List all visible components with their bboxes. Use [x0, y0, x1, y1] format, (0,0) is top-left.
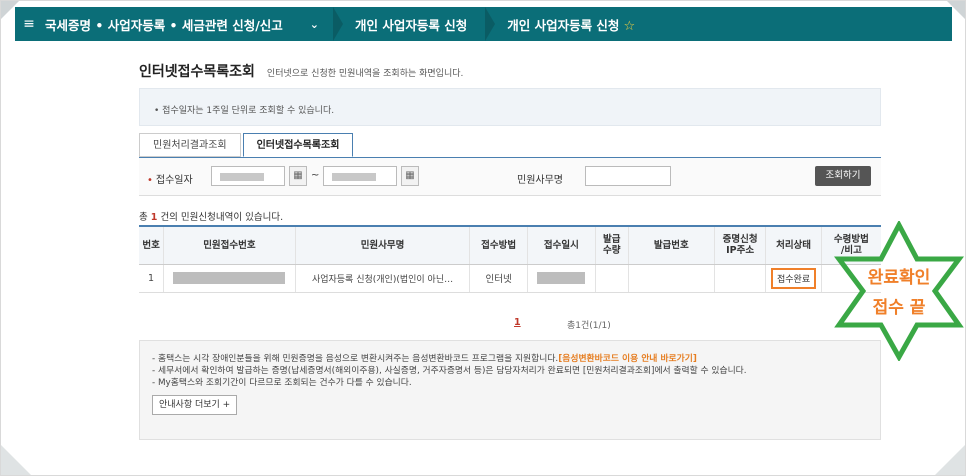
service-name-label: 민원사무명	[517, 175, 563, 186]
date-label-text: 접수일자	[155, 175, 193, 186]
breadcrumb-nav: ≡ 국세증명 • 사업자등록 • 세금관련 신청/신고 ⌄ 개인 사업자등록 신…	[15, 7, 952, 41]
col-header: 발급 수량	[594, 226, 629, 265]
notice-text: - 홈택스는 시각 장애인분들을 위해 민원증명을 음성으로 변환시켜주는 음성…	[152, 354, 559, 364]
cell-method: 인터넷	[469, 264, 528, 293]
start-date-input[interactable]	[211, 166, 285, 186]
end-date-input[interactable]	[323, 166, 397, 186]
annotation-star	[834, 221, 964, 361]
notice-line: - My홈택스와 조회기간이 다르므로 조회되는 건수가 다를 수 있습니다.	[152, 378, 412, 388]
breadcrumb-current: 개인 사업자등록 신청 ☆	[507, 15, 635, 34]
result-suffix: 건의 민원신청내역이 있습니다.	[160, 212, 284, 223]
redacted-value	[332, 173, 376, 181]
annotation-text: 완료확인	[867, 268, 931, 288]
bullet-icon: •	[154, 106, 163, 116]
service-name-input[interactable]	[585, 166, 671, 186]
more-info-button[interactable]: 안내사항 더보기 +	[152, 395, 238, 415]
redacted-value	[537, 272, 586, 284]
info-box: • 접수일자는 1주일 단위로 조회할 수 있습니다.	[139, 88, 881, 126]
calendar-icon[interactable]: ▦	[289, 166, 307, 186]
breadcrumb-section[interactable]: 국세증명 • 사업자등록 • 세금관련 신청/신고 ⌄	[43, 15, 333, 34]
cell-receipt-number[interactable]	[163, 264, 296, 293]
cell-ip	[713, 264, 766, 293]
annotation-text: 접수 끝	[872, 298, 926, 318]
status-badge: 접수완료	[771, 267, 817, 289]
menu-icon[interactable]: ≡	[15, 16, 43, 32]
redacted-value	[173, 272, 286, 284]
required-icon: •	[147, 175, 153, 186]
col-header: 민원접수번호	[163, 226, 296, 265]
title-row: 인터넷접수목록조회 인터넷으로 신청한 민원내역을 조회하는 화면입니다.	[139, 61, 463, 81]
tab-result[interactable]: 민원처리결과조회	[139, 133, 241, 157]
cell-issue-number	[627, 264, 715, 293]
corner-decoration	[935, 445, 965, 475]
col-header: 번호	[139, 226, 164, 265]
cell-status: 접수완료	[765, 264, 822, 293]
notice-box: - 홈택스는 시각 장애인분들을 위해 민원증명을 음성으로 변환시켜주는 음성…	[139, 340, 881, 440]
breadcrumb-section-label: 국세증명 • 사업자등록 • 세금관련 신청/신고	[45, 17, 283, 33]
result-prefix: 총	[139, 212, 148, 223]
breadcrumb-item[interactable]: 개인 사업자등록 신청	[355, 15, 467, 34]
page-title: 인터넷접수목록조회	[139, 64, 255, 80]
cell-service[interactable]: 사업자등록 신청(개인)(법인이 아닌…	[294, 264, 470, 293]
col-header: 증명신청 IP주소	[713, 226, 766, 265]
col-header: 처리상태	[765, 226, 822, 265]
page-summary: 총1건(1/1)	[567, 321, 611, 331]
annotation-star-shape	[834, 221, 964, 361]
notice-line: - 세무서에서 확인하여 발급하는 증명(납세증명서(해외이주용), 사실증명,…	[152, 366, 747, 376]
table-row[interactable]: 1 사업자등록 신청(개인)(법인이 아닌… 인터넷 접수완료	[139, 264, 881, 293]
chevron-down-icon[interactable]: ⌄	[310, 18, 319, 31]
tab-bar: 민원처리결과조회 인터넷접수목록조회	[139, 133, 355, 157]
notice-line: - 홈택스는 시각 장애인분들을 위해 민원증명을 음성으로 변환시켜주는 음성…	[152, 353, 868, 365]
search-button[interactable]: 조회하기	[815, 166, 871, 186]
page-description: 인터넷으로 신청한 민원내역을 조회하는 화면입니다.	[266, 69, 464, 79]
calendar-icon[interactable]: ▦	[401, 166, 419, 186]
result-table: 번호 민원접수번호 민원사무명 접수방법 접수일시 발급 수량 발급번호 증명신…	[139, 225, 881, 293]
corner-decoration	[1, 445, 31, 475]
page-number[interactable]: 1	[514, 317, 521, 328]
redacted-value	[220, 173, 264, 181]
info-text: 접수일자는 1주일 단위로 조회할 수 있습니다.	[162, 106, 335, 116]
breadcrumb-current-label: 개인 사업자등록 신청	[507, 17, 620, 33]
breadcrumb-separator	[485, 7, 496, 41]
date-label: • 접수일자	[147, 171, 193, 186]
date-range-tilde: ~	[311, 170, 320, 181]
breadcrumb-separator	[333, 7, 343, 41]
col-header: 접수방법	[469, 226, 528, 265]
favorite-star-icon[interactable]: ☆	[623, 19, 635, 34]
col-header: 민원사무명	[294, 226, 470, 265]
result-count: 총 1 건의 민원신청내역이 있습니다.	[139, 209, 283, 223]
col-header: 접수일시	[526, 226, 596, 265]
table-header-row: 번호 민원접수번호 민원사무명 접수방법 접수일시 발급 수량 발급번호 증명신…	[139, 226, 881, 265]
col-header: 발급번호	[627, 226, 715, 265]
search-form: • 접수일자 ▦ ~ ▦ 민원사무명 조회하기	[139, 158, 881, 196]
cell-no: 1	[139, 264, 164, 293]
cell-quantity	[594, 264, 629, 293]
cell-datetime	[526, 264, 596, 293]
barcode-guide-link[interactable]: [음성변환바코드 이용 안내 바로가기]	[558, 354, 697, 364]
page-frame: ≡ 국세증명 • 사업자등록 • 세금관련 신청/신고 ⌄ 개인 사업자등록 신…	[0, 0, 966, 476]
tab-internet-list[interactable]: 인터넷접수목록조회	[242, 133, 354, 157]
result-count-number: 1	[150, 212, 158, 223]
